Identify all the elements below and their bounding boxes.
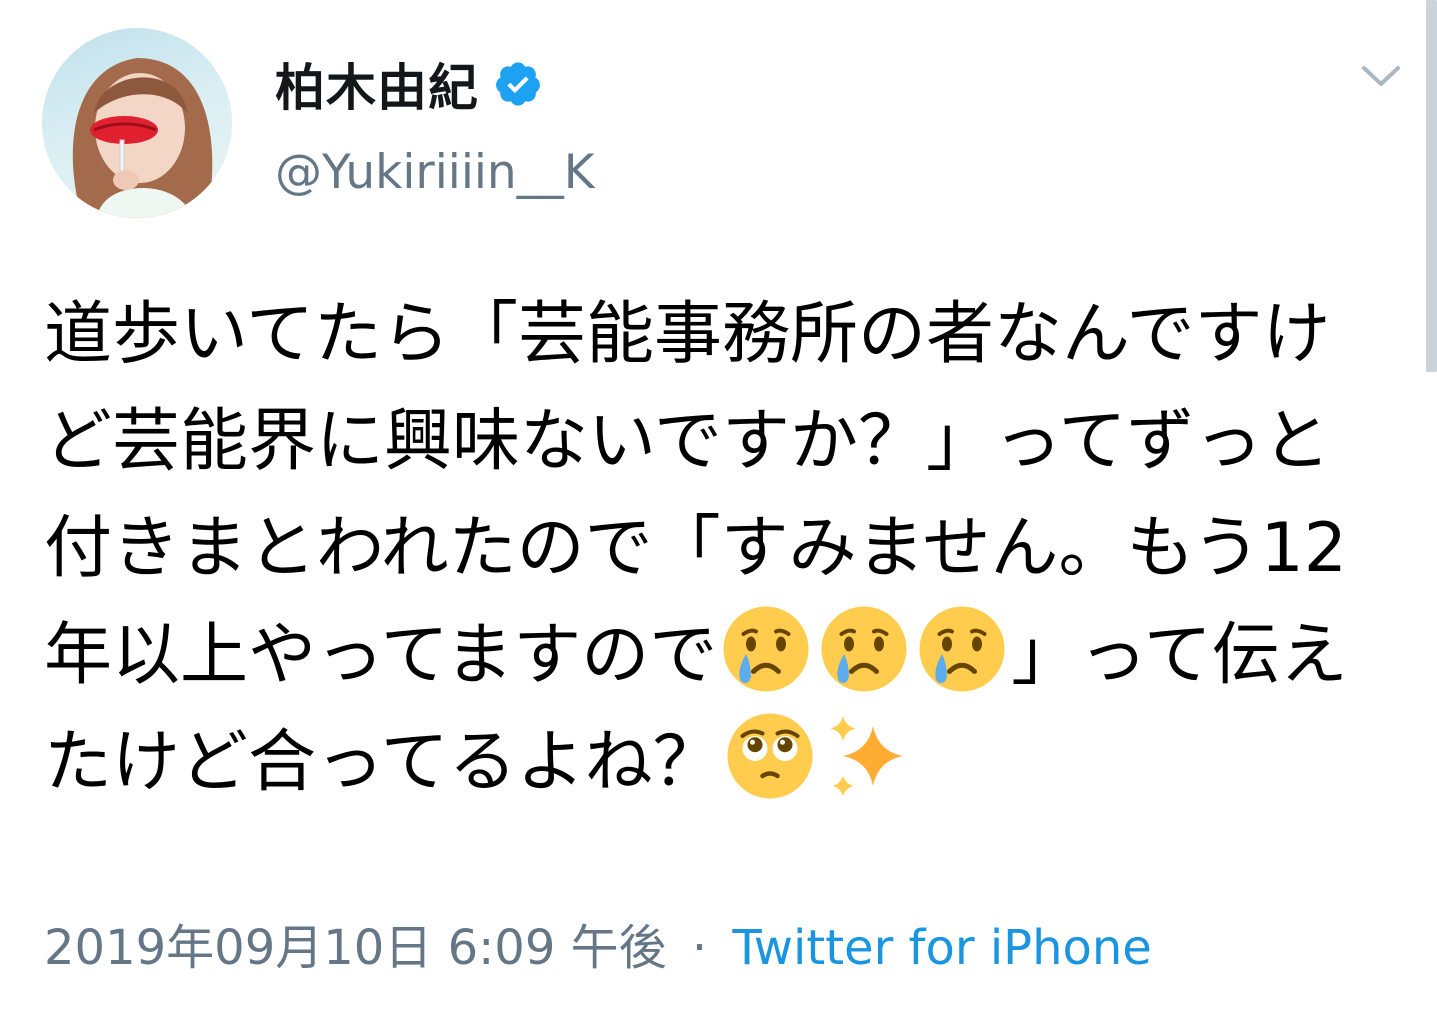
tweet-text: 道歩いてたら「芸能事務所の者なんですけど芸能界に興味ないですか？」ってずっと付き… [44, 281, 1364, 816]
crying-face-emoji [919, 606, 1005, 692]
meta-separator: · [691, 920, 708, 976]
tweet-meta: 2019年09月10日 6:09 午後 · Twitter for iPhone [44, 908, 1152, 978]
crying-face-emoji [723, 606, 809, 692]
chevron-down-icon[interactable] [1360, 62, 1402, 92]
avatar[interactable] [42, 28, 232, 218]
display-name[interactable]: 柏木由紀 [275, 48, 479, 120]
sparkles-emoji [830, 716, 903, 796]
author-name-row[interactable]: 柏木由紀 [275, 54, 543, 117]
tweet-timestamp[interactable]: 2019年09月10日 6:09 午後 [44, 920, 667, 976]
user-handle[interactable]: @Yukiriiiin__K [275, 145, 595, 200]
crying-face-emoji [821, 606, 907, 692]
face-holding-back-tears-emoji [727, 713, 813, 799]
scrollbar[interactable] [1426, 0, 1437, 372]
verified-badge-icon [496, 62, 540, 106]
avatar-image [72, 58, 213, 218]
tweet-source-link[interactable]: Twitter for iPhone [732, 920, 1151, 976]
